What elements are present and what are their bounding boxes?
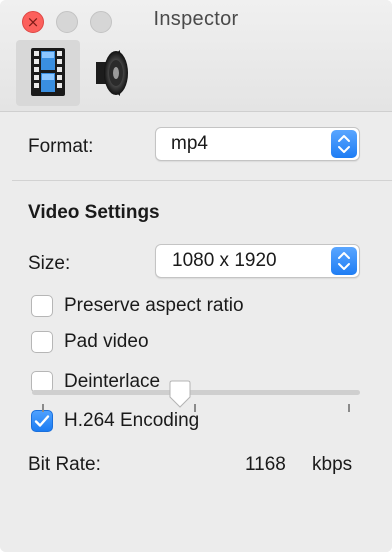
tab-audio[interactable] — [82, 40, 146, 106]
size-value: 1080 x 1920 — [172, 250, 277, 271]
format-label: Format: — [28, 136, 94, 157]
divider — [12, 180, 392, 181]
preserve-aspect-ratio-label: Preserve aspect ratio — [64, 295, 244, 316]
format-value: mp4 — [171, 133, 208, 154]
checkmark-icon — [34, 415, 50, 427]
size-popup[interactable]: 1080 x 1920 — [155, 244, 360, 278]
bitrate-slider-knob[interactable] — [167, 380, 193, 410]
h264-encoding-label: H.264 Encoding — [64, 410, 200, 431]
video-settings-heading: Video Settings — [28, 202, 160, 223]
speaker-icon — [96, 50, 128, 96]
chevron-updown-icon — [331, 247, 357, 275]
bitrate-value: 1168 — [245, 454, 286, 475]
preserve-aspect-ratio-checkbox[interactable] — [31, 295, 53, 317]
window-title: Inspector — [153, 8, 239, 30]
h264-encoding-checkbox[interactable] — [31, 410, 53, 432]
size-label: Size: — [28, 253, 71, 274]
bitrate-unit: kbps — [312, 454, 353, 475]
pad-video-label: Pad video — [64, 331, 149, 352]
chevron-updown-icon — [331, 130, 357, 158]
slider-tick — [348, 404, 350, 412]
slider-tick — [42, 404, 44, 412]
slider-tick — [194, 404, 196, 412]
format-popup[interactable]: mp4 — [155, 127, 360, 161]
inspector-window: × Inspector Format: mp4 Video Settings S… — [0, 0, 392, 552]
film-icon — [31, 48, 65, 96]
bitrate-slider[interactable] — [32, 390, 360, 395]
pad-video-checkbox[interactable] — [31, 331, 53, 353]
inspector-content: Format: mp4 Video Settings Size: 1080 x … — [0, 112, 392, 552]
bitrate-label: Bit Rate: — [28, 454, 101, 475]
title-bar: × Inspector — [0, 0, 392, 112]
tab-video[interactable] — [16, 40, 80, 106]
